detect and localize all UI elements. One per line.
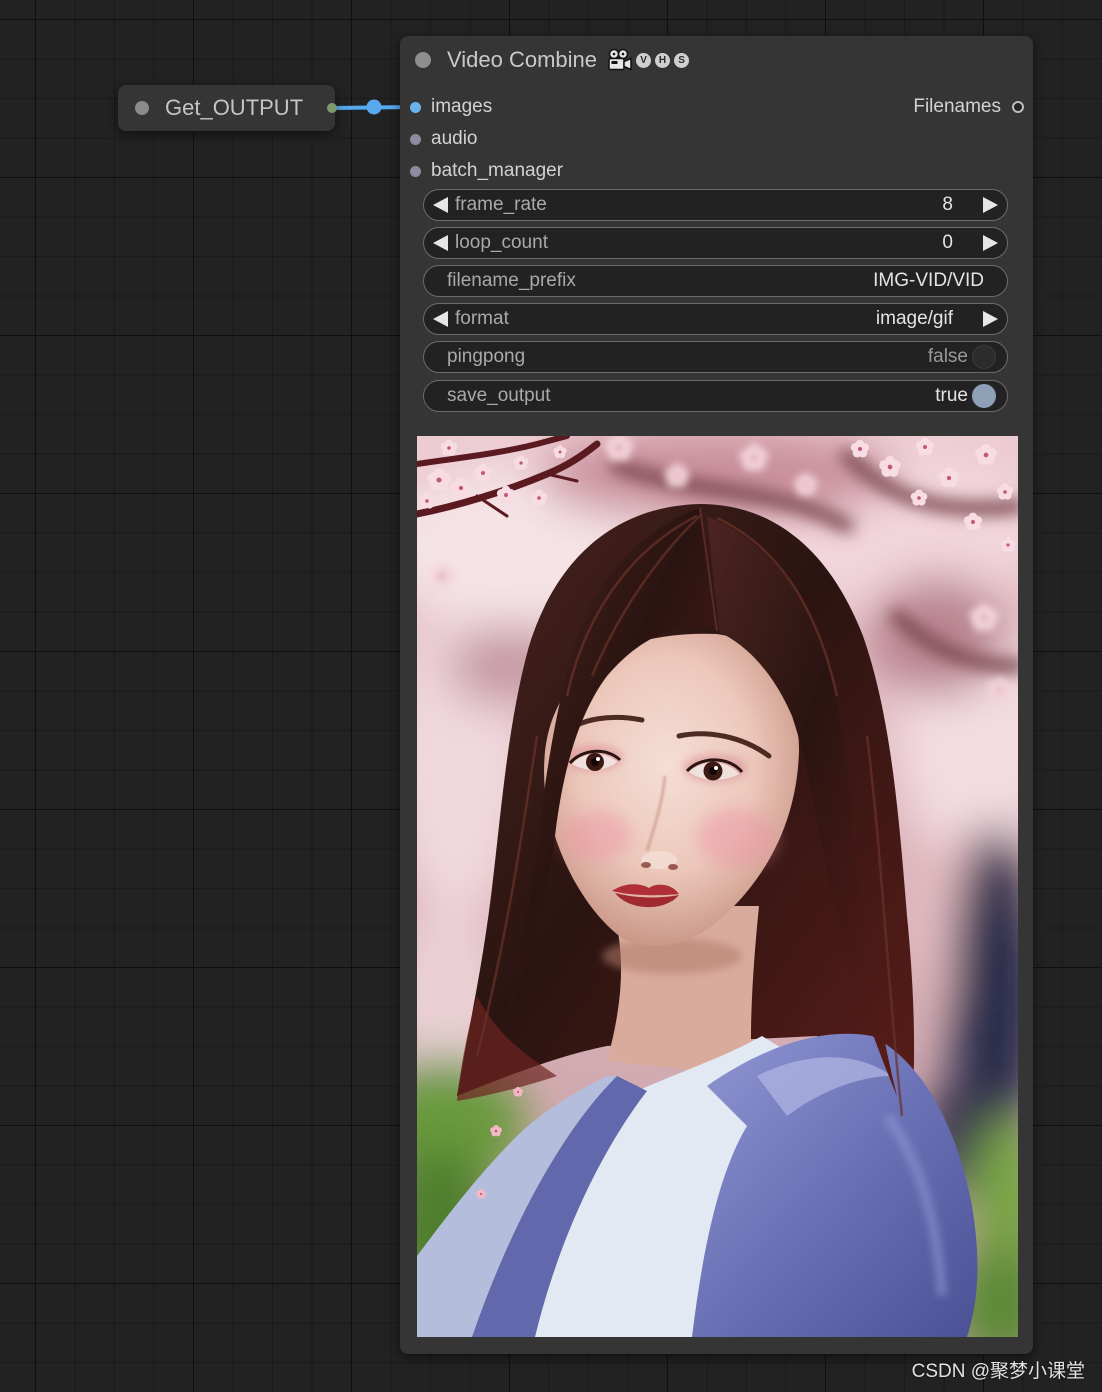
decrement-arrow-icon[interactable]	[433, 197, 448, 213]
vhs-badges: V H S	[636, 52, 690, 68]
output-slot-filenames[interactable]	[1012, 101, 1024, 113]
toggle-switch[interactable]	[972, 345, 996, 369]
next-option-arrow-icon[interactable]	[983, 311, 998, 327]
widget-value: image/gif	[875, 308, 953, 329]
badge-s: S	[674, 52, 690, 68]
widget-value: 8	[942, 194, 953, 215]
widget-value: 0	[942, 232, 953, 253]
widget-loop-count[interactable]: loop_count 0	[423, 227, 1008, 259]
widget-label: format	[455, 308, 509, 329]
link-center-dot[interactable]	[366, 99, 382, 115]
widget-filename-prefix[interactable]: filename_prefix IMG-VID/VID	[423, 265, 1008, 297]
widget-label: pingpong	[447, 346, 526, 367]
node-collapse-dot[interactable]	[415, 52, 431, 68]
increment-arrow-icon[interactable]	[983, 197, 998, 213]
input-label-images: images	[431, 96, 493, 117]
film-camera-icon	[608, 48, 632, 71]
input-label-batch-manager: batch_manager	[431, 160, 564, 181]
watermark: CSDN @聚梦小课堂	[911, 1361, 1085, 1382]
video-combine-title-bar: Video Combine V H S	[447, 36, 690, 84]
badge-h: H	[655, 52, 671, 68]
widget-format[interactable]: format image/gif	[423, 303, 1008, 335]
widget-pingpong[interactable]: pingpong false	[423, 341, 1008, 373]
video-combine-node[interactable]: Video Combine V H S images audio batch_m…	[400, 36, 1033, 1354]
widget-label: filename_prefix	[447, 270, 576, 291]
output-label-filenames: Filenames	[913, 96, 1001, 117]
widget-label: save_output	[447, 385, 551, 406]
input-slot-batch-manager[interactable]	[410, 166, 421, 177]
increment-arrow-icon[interactable]	[983, 235, 998, 251]
input-slot-images[interactable]	[410, 102, 421, 113]
widget-frame-rate[interactable]: frame_rate 8	[423, 189, 1008, 221]
get-output-node[interactable]: Get_OUTPUT	[118, 85, 337, 131]
video-combine-node-title: Video Combine	[447, 47, 598, 72]
toggle-switch[interactable]	[972, 384, 996, 408]
widget-save-output[interactable]: save_output true	[423, 380, 1008, 412]
widget-label: loop_count	[455, 232, 548, 253]
previous-option-arrow-icon[interactable]	[433, 311, 448, 327]
widget-label: frame_rate	[455, 194, 547, 215]
get-output-node-title: Get_OUTPUT	[165, 95, 304, 120]
preview-portrait-image	[417, 436, 1018, 1337]
badge-v: V	[636, 52, 652, 68]
input-slot-audio[interactable]	[410, 134, 421, 145]
input-label-audio: audio	[431, 128, 478, 149]
get-output-output-slot[interactable]	[327, 103, 337, 113]
widget-value: IMG-VID/VID	[873, 270, 984, 291]
video-preview	[417, 436, 1018, 1337]
widget-value: false	[927, 346, 968, 367]
widget-value: true	[935, 385, 968, 406]
decrement-arrow-icon[interactable]	[433, 235, 448, 251]
node-collapse-dot[interactable]	[135, 101, 149, 115]
